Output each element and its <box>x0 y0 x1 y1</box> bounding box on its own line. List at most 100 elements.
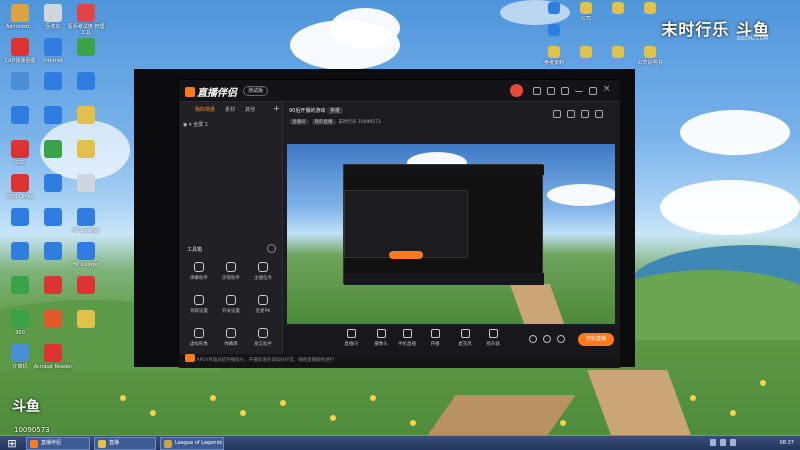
add-scene-icon[interactable]: + <box>273 104 280 113</box>
screen-icon[interactable] <box>581 110 589 118</box>
message-icon[interactable] <box>533 87 541 95</box>
desktop-icon[interactable] <box>534 24 574 38</box>
desktop-icon-image <box>612 46 624 58</box>
desktop-icon-label: HP DeskJet <box>72 262 100 268</box>
tool-item[interactable]: 虚拟形象 <box>185 328 213 347</box>
tool-item[interactable]: 弹幕库 <box>217 328 245 347</box>
toolbar-button[interactable]: 麦克风 <box>455 329 475 347</box>
room-chip[interactable]: 直播间 <box>289 119 309 125</box>
tab-scenes[interactable]: 我的场景 <box>195 106 215 113</box>
network-icon[interactable] <box>710 439 716 446</box>
desktop-icon[interactable] <box>66 140 106 160</box>
preview-canvas[interactable] <box>287 144 615 324</box>
settings-icon[interactable] <box>557 335 565 343</box>
desktop-icon[interactable]: 公司说明书 <box>630 46 670 66</box>
tool-icon <box>226 295 236 305</box>
desktop-icon-image <box>11 38 29 56</box>
app-logo-icon <box>185 87 195 97</box>
toolbar-button-label: 直播间 <box>344 342 358 347</box>
desktop-icon-image <box>11 344 29 362</box>
tool-icon <box>258 295 268 305</box>
stream-tag[interactable]: 英雄 <box>326 107 343 114</box>
streamer-name: 末时行乐 <box>338 120 357 125</box>
desktop-icon[interactable]: 医师考试用 管理工具 <box>66 4 106 36</box>
toolbar-button[interactable]: 开播 <box>425 329 445 347</box>
toolbar-button-label: 开播 <box>430 342 440 347</box>
desktop-icon-label: WPS Office <box>6 194 34 200</box>
tool-item[interactable]: 开关设置 <box>217 295 245 314</box>
status-text: APEX英雄总结开播指引，开播前请先调试好声音，确保直播顺利进行 <box>196 358 335 363</box>
taskbar-item[interactable]: 直播 <box>94 437 156 450</box>
toolbox-more-icon[interactable] <box>267 244 276 253</box>
shop-icon[interactable] <box>567 110 575 118</box>
desktop-icon-image <box>77 38 95 56</box>
tool-icon <box>258 262 268 272</box>
desktop-icon[interactable] <box>66 106 106 126</box>
start-button[interactable]: ⊞ <box>0 436 24 450</box>
toolbar-button-label: 摄像头 <box>374 342 388 347</box>
tool-label: 弹幕助手 <box>190 276 208 281</box>
tool-item[interactable]: 领取设置 <box>185 295 213 314</box>
my-stream-chip[interactable]: 我的直播 <box>311 119 336 125</box>
tool-item[interactable]: 房管助手 <box>217 262 245 281</box>
tool-item[interactable]: 连麦PK <box>249 295 277 314</box>
tray-icon[interactable] <box>730 439 736 446</box>
right-panel: 90后开播的游戏 英雄 直播间 我的直播 末时行乐 10090573 开始直播 … <box>179 102 620 368</box>
desktop-icon[interactable]: Acrobat Reader <box>33 344 73 370</box>
desktop-icon[interactable] <box>66 174 106 194</box>
desktop-icon[interactable] <box>66 310 106 330</box>
desktop-icon-image <box>44 4 62 22</box>
toolbar-button[interactable]: 摄像头 <box>371 329 391 347</box>
tool-item[interactable]: 发言助手 <box>249 328 277 347</box>
desktop-icon-image <box>77 310 95 328</box>
cloud <box>680 110 790 155</box>
taskbar-item[interactable]: 直播伴侣 <box>26 437 90 450</box>
lock-icon[interactable] <box>553 110 561 118</box>
taskbar-item-icon <box>30 440 38 448</box>
tool-item[interactable]: 主播任务 <box>249 262 277 281</box>
close-icon[interactable]: × <box>603 84 611 94</box>
desktop-icon[interactable] <box>66 276 106 296</box>
maximize-icon[interactable] <box>589 87 597 95</box>
desktop-icon[interactable] <box>66 72 106 92</box>
stream-title-row: 90后开播的游戏 英雄 <box>289 107 346 114</box>
desktop-icon-image <box>77 174 95 192</box>
gift-icon[interactable] <box>547 87 555 95</box>
toolbar-button[interactable]: 手机直播 <box>397 329 417 347</box>
desktop-icon-image <box>11 106 29 124</box>
tool-label: 主播任务 <box>254 276 272 281</box>
share-icon[interactable] <box>595 110 603 118</box>
desktop-icon-label: 公司说明书 <box>637 60 663 66</box>
toolbar-button[interactable]: 直播间 <box>341 329 361 347</box>
desktop-icon-label: Internet <box>43 58 63 64</box>
start-live-button[interactable]: 开始直播 <box>578 333 614 346</box>
scene-item[interactable]: ◉ ▾ 全屏 1 <box>183 121 208 128</box>
eye-icon[interactable] <box>543 335 551 343</box>
streaming-app-window: 直播伴侣 测试版 × 我的场景 素材 其他 + ◉ ▾ 全屏 1 工具箱 弹幕助… <box>178 79 620 368</box>
scene-label: 全屏 1 <box>193 122 208 128</box>
toolbar-button-icon <box>430 329 440 338</box>
volume-icon[interactable] <box>720 439 726 446</box>
settings-icon[interactable] <box>561 87 569 95</box>
desktop-icon[interactable] <box>66 38 106 58</box>
clock[interactable]: 08:37 <box>780 436 794 450</box>
desktop-icon-image <box>11 242 29 260</box>
desktop-icon[interactable]: HP DeskJet <box>66 208 106 234</box>
eye-icon[interactable]: ◉ <box>183 122 187 128</box>
tab-other[interactable]: 其他 <box>245 106 255 113</box>
avatar[interactable] <box>510 84 523 97</box>
tool-label: 开关设置 <box>222 309 240 314</box>
version-badge[interactable]: 测试版 <box>243 86 269 96</box>
desktop-icon[interactable] <box>630 2 670 16</box>
toolbar-button[interactable]: 扬声器 <box>483 329 503 347</box>
taskbar-item[interactable]: League of Legends <box>160 437 224 450</box>
tool-item[interactable]: 弹幕助手 <box>185 262 213 281</box>
desktop-icon-image <box>77 140 95 158</box>
camera-icon[interactable] <box>529 335 537 343</box>
desktop-icon[interactable]: HP DeskJet <box>66 242 106 268</box>
minimize-icon[interactable] <box>575 87 583 92</box>
desktop-icon-image <box>77 72 95 90</box>
dialog-preview <box>344 190 468 259</box>
tab-materials[interactable]: 素材 <box>225 106 235 113</box>
toolbar-button-icon <box>488 329 498 338</box>
